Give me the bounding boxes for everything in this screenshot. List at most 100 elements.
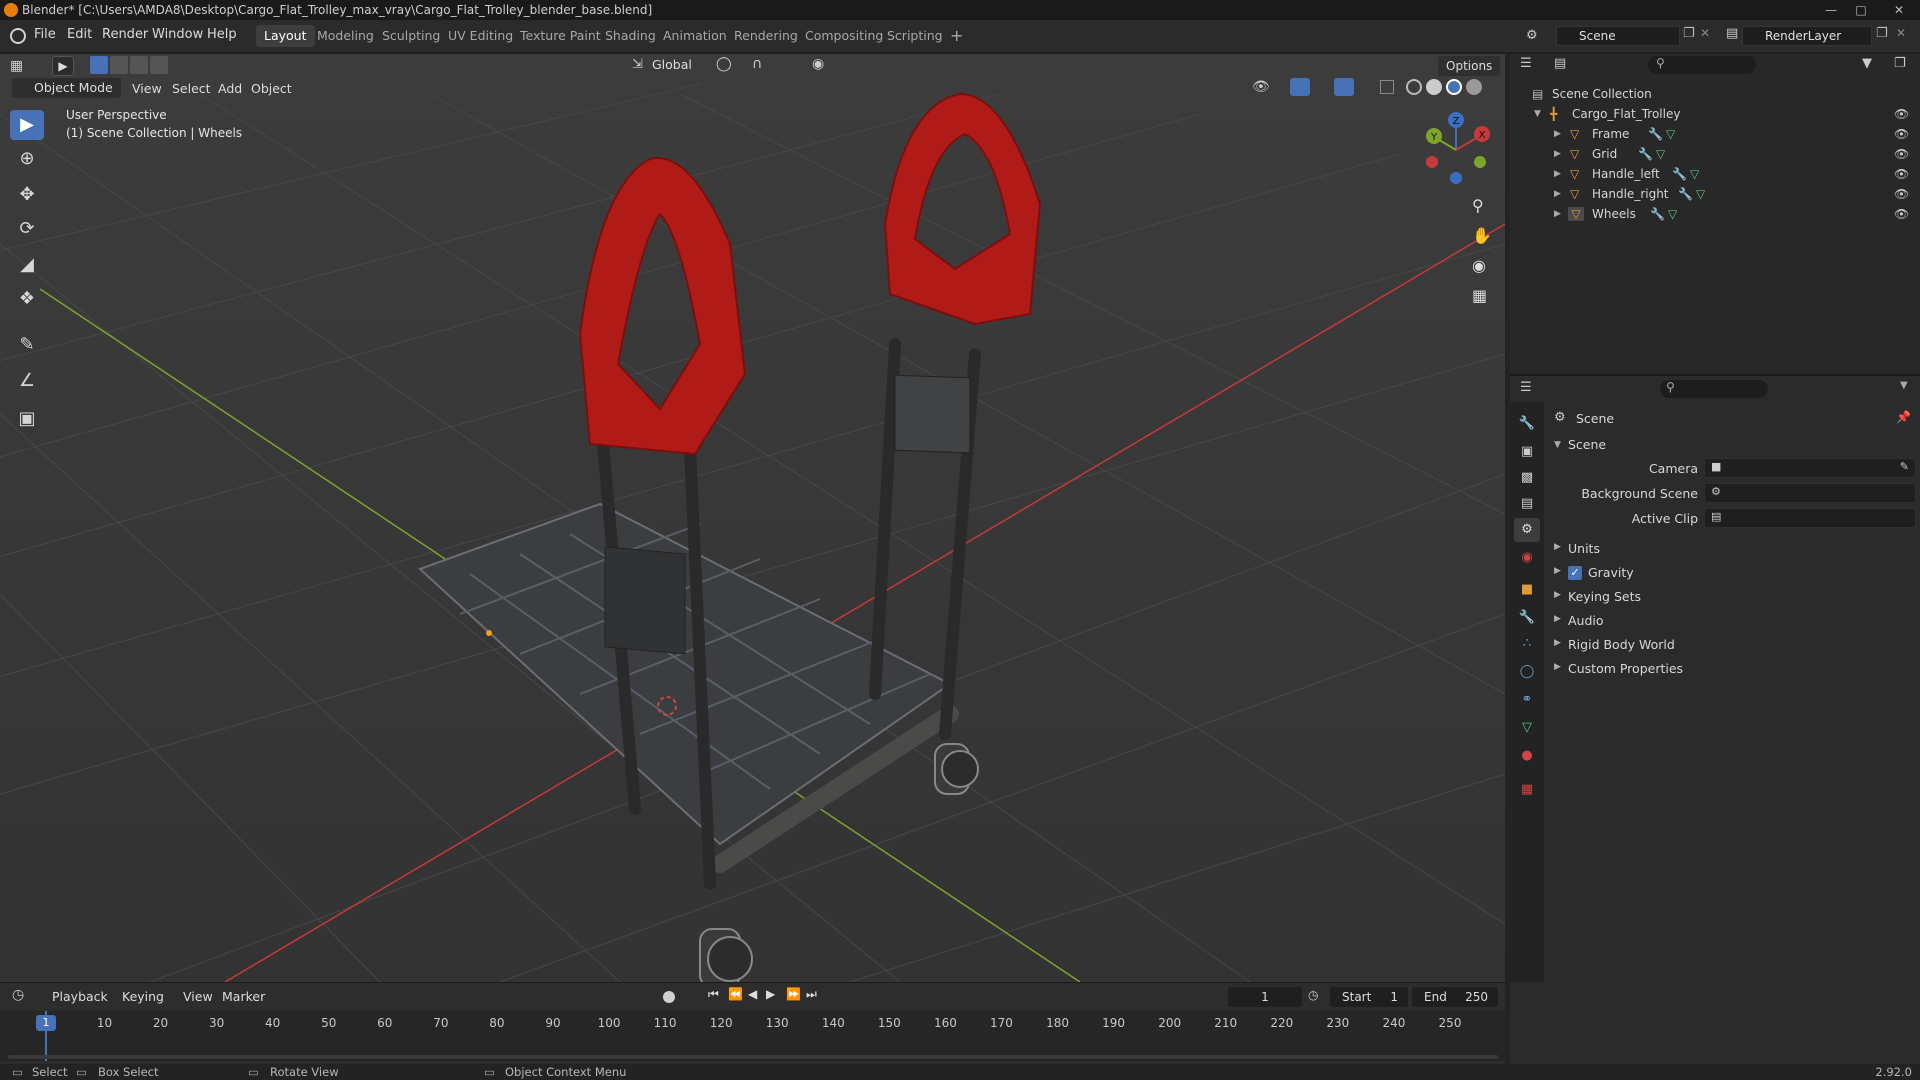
new-layer-icon[interactable]: ❐ [1876, 26, 1888, 41]
keying-menu[interactable]: Keying [122, 989, 164, 1004]
shading-wireframe-icon[interactable] [1406, 79, 1422, 95]
select-mode-subtract-icon[interactable] [130, 56, 148, 74]
outliner-row-handle-left[interactable]: ▶ ▽ Handle_left 🔧 ▽ 👁 [1510, 164, 1920, 184]
viewport-menu-select[interactable]: Select [172, 81, 211, 96]
playhead-frame-badge[interactable]: 1 [36, 1015, 56, 1031]
delete-scene-icon[interactable]: ✕ [1700, 26, 1710, 40]
zoom-icon[interactable]: ⚲ [1472, 196, 1484, 215]
ortho-grid-icon[interactable]: ▦ [1472, 286, 1487, 305]
cursor-tool[interactable]: ⊕ [10, 144, 44, 174]
render-tab-icon[interactable]: ▣ [1514, 440, 1540, 464]
play-reverse-icon[interactable]: ◀ [748, 987, 757, 1001]
camera-field[interactable]: ■ ✎ [1704, 458, 1916, 478]
material-tab-icon[interactable]: ● [1514, 744, 1540, 768]
properties-search-input[interactable] [1660, 380, 1768, 398]
delete-layer-icon[interactable]: ✕ [1896, 26, 1906, 40]
outliner-row-frame[interactable]: ▶ ▽ Frame 🔧 ▽ 👁 [1510, 124, 1920, 144]
playback-menu[interactable]: Playback [52, 989, 108, 1004]
start-frame-field[interactable]: Start 1 [1330, 987, 1408, 1007]
tool-tab-icon[interactable]: 🔧 [1514, 412, 1540, 436]
subpanel-gravity[interactable]: ▶ ✓ Gravity [1550, 562, 1916, 584]
particles-tab-icon[interactable]: ∴ [1514, 632, 1540, 656]
3d-viewport[interactable]: ▦ ▶ ⇲ Global ◯ ∩ ◉ Options Object Mode V… [0, 54, 1505, 982]
preview-range-icon[interactable]: ◷ [1308, 988, 1318, 1002]
collapse-icon[interactable]: ▼ [1900, 380, 1908, 391]
pivot-icon[interactable]: ◯ [716, 56, 732, 72]
tab-texture-paint[interactable]: Texture Paint [512, 25, 609, 47]
timeline-editor-icon[interactable]: ◷ [12, 987, 24, 1003]
expand-icon[interactable]: ▶ [1554, 144, 1561, 164]
transform-tool[interactable]: ❖ [10, 284, 44, 314]
frame-ruler[interactable]: 10 20 30 40 50 60 70 80 90 100 110 120 130 140 150 160 1… [0, 1011, 1505, 1061]
prev-keyframe-icon[interactable]: ⏪ [728, 987, 743, 1001]
visibility-eye-icon[interactable]: 👁 [1894, 104, 1909, 124]
record-icon[interactable] [663, 991, 675, 1003]
annotate-tool[interactable]: ✎ [10, 330, 44, 360]
new-scene-icon[interactable]: ❐ [1683, 26, 1695, 41]
gizmo-toggle-icon[interactable] [1290, 78, 1310, 96]
select-mode-new-icon[interactable] [90, 56, 108, 74]
select-mode-intersect-icon[interactable] [150, 56, 168, 74]
proportional-edit-icon[interactable]: ◉ [812, 56, 824, 72]
physics-tab-icon[interactable]: ◯ [1514, 660, 1540, 684]
tab-modeling[interactable]: Modeling [309, 25, 382, 47]
transform-orientation-dropdown[interactable]: Global [652, 57, 692, 72]
subpanel-keying-sets[interactable]: ▶ Keying Sets [1550, 586, 1916, 608]
minimize-icon[interactable]: — [1818, 0, 1844, 20]
expand-icon[interactable]: ▼ [1554, 440, 1561, 450]
move-tool[interactable]: ✥ [10, 180, 44, 210]
marker-menu[interactable]: Marker [222, 989, 265, 1004]
play-icon[interactable]: ▶ [766, 987, 775, 1001]
tab-animation[interactable]: Animation [655, 25, 735, 47]
viewport-scene[interactable] [0, 54, 1505, 982]
texture-tab-icon[interactable]: ▦ [1514, 778, 1540, 802]
subpanel-audio[interactable]: ▶ Audio [1550, 610, 1916, 632]
menu-window[interactable]: Window [152, 27, 203, 42]
visibility-eye-icon[interactable]: 👁 [1894, 184, 1909, 204]
menu-render[interactable]: Render [102, 27, 148, 42]
expand-icon[interactable]: ▶ [1554, 164, 1561, 184]
viewport-menu-add[interactable]: Add [218, 81, 242, 96]
scene-icon[interactable]: ⚙ [1526, 28, 1542, 44]
subpanel-custom-properties[interactable]: ▶ Custom Properties [1550, 658, 1916, 680]
constraints-tab-icon[interactable]: ⚭ [1514, 688, 1540, 712]
shading-material-icon[interactable] [1446, 79, 1462, 95]
pin-icon[interactable]: 📌 [1896, 410, 1911, 424]
add-cube-tool[interactable]: ▣ [10, 404, 44, 434]
options-dropdown[interactable]: Options [1438, 56, 1501, 76]
outliner-row-scene-collection[interactable]: ▤ Scene Collection [1510, 84, 1920, 104]
display-mode-icon[interactable]: ▤ [1554, 56, 1566, 71]
xray-icon[interactable] [1380, 80, 1394, 94]
tab-scripting[interactable]: Scripting [879, 25, 951, 47]
navigation-gizmo[interactable]: Z X Y [1420, 110, 1500, 190]
add-workspace-button[interactable]: + [942, 25, 971, 47]
data-tab-icon[interactable]: ▽ [1514, 716, 1540, 740]
expand-icon[interactable]: ▶ [1554, 204, 1561, 224]
visibility-eye-icon[interactable]: 👁 [1894, 124, 1909, 144]
blender-menu-icon[interactable] [10, 28, 26, 44]
editor-type-icon[interactable]: ▦ [10, 58, 23, 74]
outliner-editor-icon[interactable]: ☰ [1520, 56, 1532, 71]
gravity-checkbox[interactable]: ✓ [1568, 566, 1582, 580]
visibility-eye-icon[interactable]: 👁 [1894, 204, 1909, 224]
active-clip-field[interactable]: ▤ [1704, 508, 1916, 528]
shading-solid-icon[interactable] [1426, 79, 1442, 95]
properties-editor-icon[interactable]: ☰ [1520, 380, 1532, 395]
scale-tool[interactable]: ◢ [10, 250, 44, 280]
filter-icon[interactable]: ▼ [1862, 56, 1872, 71]
subpanel-units[interactable]: ▶ Units [1550, 538, 1916, 560]
camera-view-icon[interactable]: ◉ [1472, 256, 1486, 275]
jump-start-icon[interactable]: ⏮ [708, 987, 719, 1002]
timeline-scrollbar[interactable] [8, 1055, 1498, 1059]
viewport-menu-object[interactable]: Object [251, 81, 292, 96]
overlay-toggle-icon[interactable] [1334, 78, 1354, 96]
tab-layout[interactable]: Layout [256, 25, 315, 47]
modifier-tab-icon[interactable]: 🔧 [1514, 606, 1540, 630]
pan-hand-icon[interactable]: ✋ [1472, 226, 1492, 245]
background-scene-field[interactable]: ⚙ [1704, 483, 1916, 503]
eyedropper-icon[interactable]: ✎ [1900, 460, 1909, 473]
snap-icon[interactable]: ∩ [752, 56, 762, 72]
timeline-view-menu[interactable]: View [183, 989, 213, 1004]
tab-shading[interactable]: Shading [597, 25, 664, 47]
menu-edit[interactable]: Edit [67, 27, 92, 42]
